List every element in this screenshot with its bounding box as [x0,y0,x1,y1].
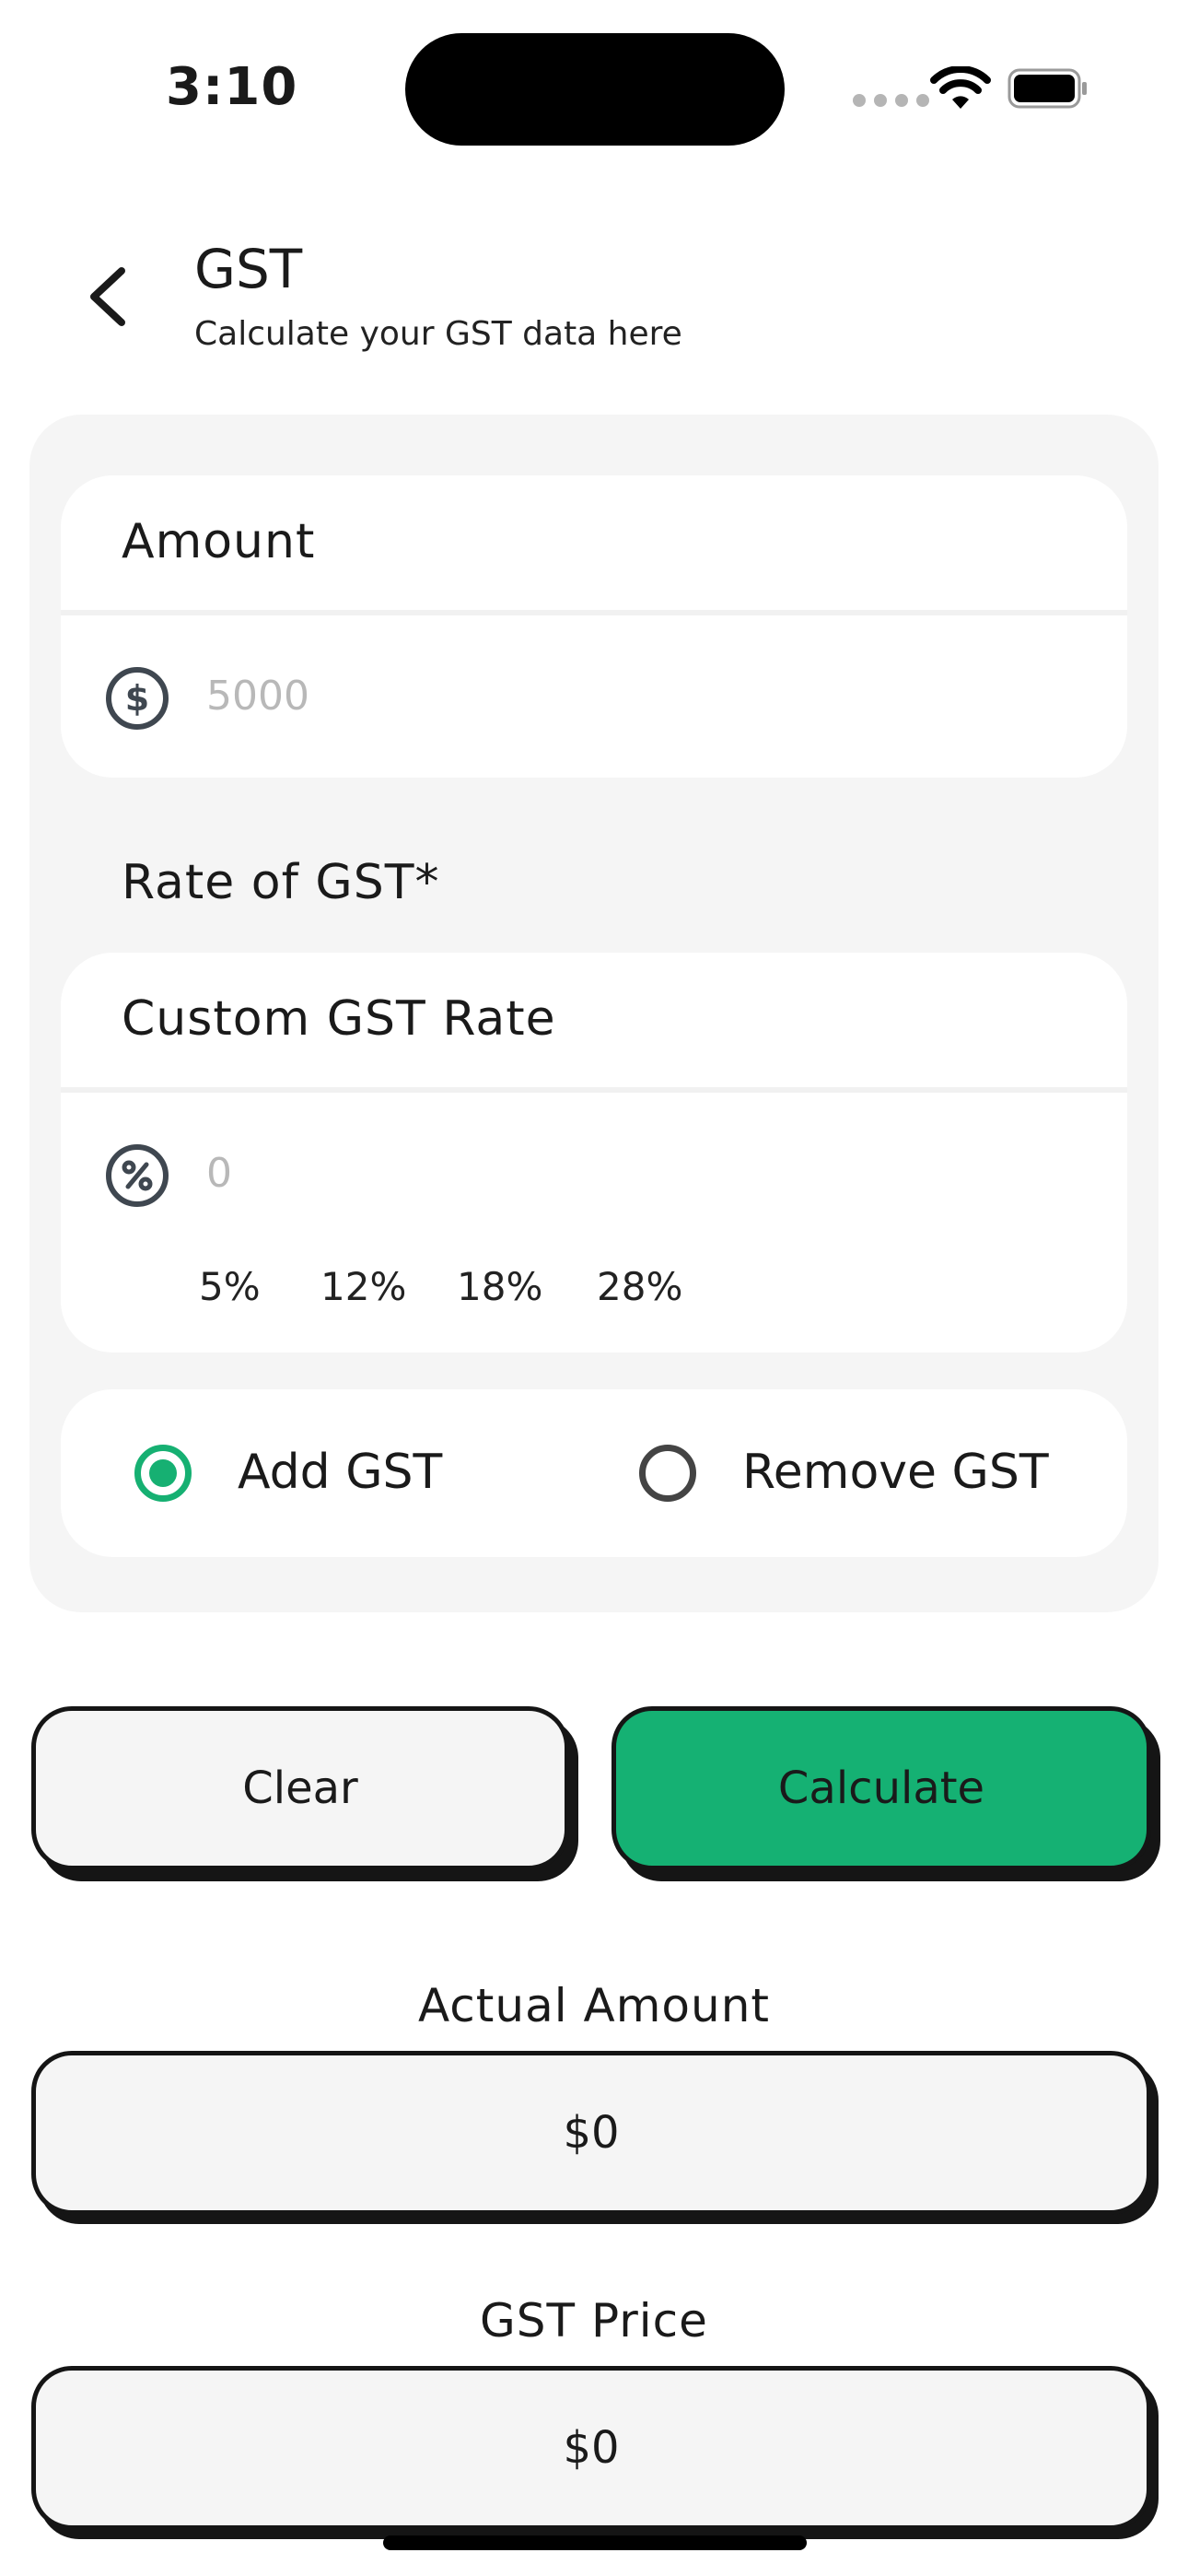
custom-rate-input[interactable]: 0 [206,1150,232,1197]
amount-label: Amount [122,514,316,569]
amount-input[interactable]: 5000 [206,673,309,720]
home-indicator[interactable] [383,2535,807,2550]
rate-preset-5[interactable]: 5% [199,1264,261,1309]
back-chevron-icon[interactable] [81,263,136,330]
rate-preset-18[interactable]: 18% [457,1264,542,1309]
remove-gst-radio[interactable] [639,1445,696,1502]
rate-section-label: Rate of GST* [122,855,440,910]
calculate-button[interactable]: Calculate [611,1706,1151,1870]
gst-price-value: $0 [31,2366,1151,2530]
dynamic-island [405,33,785,146]
battery-icon [1007,68,1087,109]
wifi-icon [930,66,991,109]
cellular-signal-icon [853,94,929,107]
remove-gst-label[interactable]: Remove GST [742,1445,1049,1500]
status-time: 3:10 [166,57,298,117]
svg-text:$: $ [125,678,149,719]
rate-divider [61,1087,1127,1093]
actual-amount-label: Actual Amount [417,1979,771,2032]
dollar-circle-icon: $ [106,667,169,730]
rate-preset-28[interactable]: 28% [597,1264,682,1309]
percent-circle-icon [106,1144,169,1207]
amount-divider [61,610,1127,615]
gst-price-label: GST Price [480,2294,708,2348]
add-gst-label[interactable]: Add GST [238,1445,442,1500]
page-subtitle: Calculate your GST data here [194,315,682,353]
add-gst-radio[interactable] [134,1445,192,1502]
custom-rate-label: Custom GST Rate [122,991,556,1047]
clear-button[interactable]: Clear [31,1706,569,1870]
rate-preset-12[interactable]: 12% [320,1264,406,1309]
actual-amount-value: $0 [31,2051,1151,2215]
page-title: GST [194,238,303,300]
